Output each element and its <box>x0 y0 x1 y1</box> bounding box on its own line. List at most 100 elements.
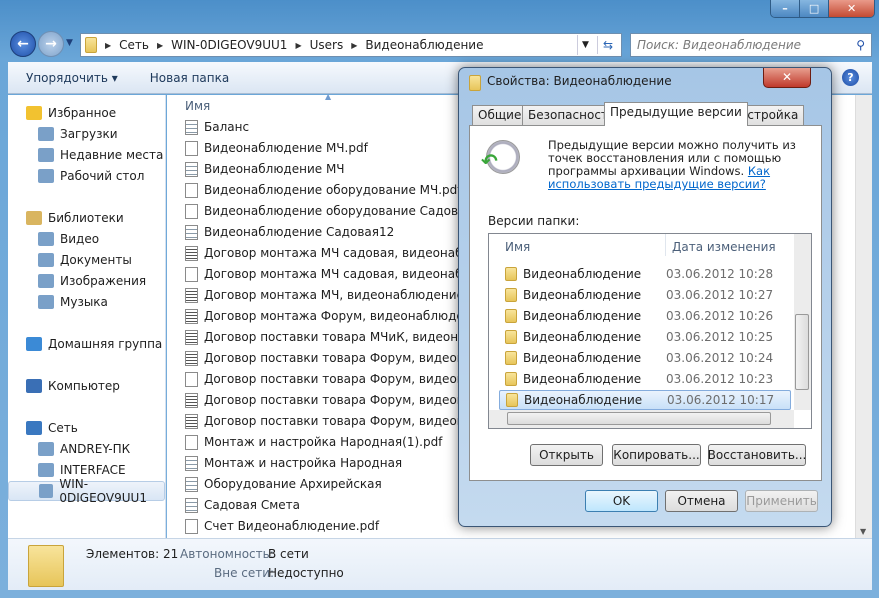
sidebar-item[interactable]: Рабочий стол <box>8 166 165 186</box>
file-name: Монтаж и настройка Народная <box>204 456 403 470</box>
file-row[interactable]: Договор поставки товара Форум, видеонабл <box>185 348 487 368</box>
minimize-button[interactable]: – <box>771 0 800 17</box>
recent-pages-dropdown[interactable]: ▼ <box>66 38 73 48</box>
document-file-icon <box>185 350 198 366</box>
file-name: Договор поставки товара Форум, видеонабл <box>204 372 488 386</box>
help-icon[interactable]: ? <box>842 69 859 86</box>
spreadsheet-file-icon <box>185 161 198 177</box>
version-row[interactable]: Видеонаблюдение 03.06.2012 10:26 <box>499 306 791 326</box>
spreadsheet-file-icon <box>185 497 198 513</box>
copy-button[interactable]: Копировать... <box>612 444 701 466</box>
restore-button[interactable]: Восстановить... <box>708 444 806 466</box>
file-row[interactable]: Монтаж и настройка Народная <box>185 453 402 473</box>
document-file-icon <box>185 308 198 324</box>
refresh-icon[interactable]: ⇆ <box>597 36 618 54</box>
forward-button[interactable]: → <box>38 31 64 57</box>
scrollbar-thumb[interactable] <box>795 314 809 390</box>
pdf-file-icon <box>185 518 198 534</box>
file-name: Договор поставки товара Форум, видеонабл <box>204 414 488 428</box>
dialog-close-button[interactable]: ✕ <box>763 68 811 88</box>
tab-general[interactable]: Общие <box>472 105 528 125</box>
maximize-button[interactable]: □ <box>799 0 829 17</box>
version-row[interactable]: Видеонаблюдение 03.06.2012 10:28 <box>499 264 791 284</box>
sidebar-item[interactable]: Недавние места <box>8 145 165 165</box>
cancel-button[interactable]: Отмена <box>665 490 738 512</box>
address-bar[interactable]: ▶ Сеть ▶ WIN-0DIGEOV9UU1 ▶ Users ▶ Видеонабл… <box>80 33 622 57</box>
file-list-scrollbar[interactable]: ▼ <box>855 95 872 538</box>
sidebar-item-label: WIN-0DIGEOV9UU1 <box>59 477 147 505</box>
navigation-pane: Избранное Загрузки Недавние места Рабочий с… <box>8 95 166 538</box>
file-row[interactable]: Видеонаблюдение МЧ.pdf <box>185 138 368 158</box>
open-button[interactable]: Открыть <box>530 444 603 466</box>
sidebar-item[interactable]: Сеть <box>8 418 165 438</box>
sidebar-item[interactable]: ANDREY-ПК <box>8 439 165 459</box>
search-icon[interactable]: ⚲ <box>856 38 865 52</box>
file-name: Договор поставки товара МЧиК, видеонаблю <box>204 330 491 344</box>
file-row[interactable]: Монтаж и настройка Народная(1).pdf <box>185 432 442 452</box>
scrollbar-thumb[interactable] <box>507 412 771 425</box>
sidebar-item[interactable]: Компьютер <box>8 376 165 396</box>
sidebar-item[interactable]: Документы <box>8 250 165 270</box>
version-row[interactable]: Видеонаблюдение 03.06.2012 10:17 <box>499 390 791 410</box>
new-folder-button[interactable]: Новая папка <box>134 71 245 85</box>
version-date: 03.06.2012 10:25 <box>666 330 774 344</box>
file-row[interactable]: Договор монтажа МЧ садовая, видеонаблюде <box>185 264 496 284</box>
offline-status-label: Автономность: <box>180 547 274 561</box>
file-row[interactable]: Договор монтажа МЧ садовая, видеонаблюде <box>185 243 496 263</box>
file-row[interactable]: Оборудование Архирейская <box>185 474 382 494</box>
tab-previous-versions[interactable]: Предыдущие версии <box>604 102 748 126</box>
file-row[interactable]: Видеонаблюдение оборудование Садовая+Ко <box>185 201 499 221</box>
file-name: Видеонаблюдение МЧ <box>204 162 345 176</box>
sidebar-item[interactable]: Изображения <box>8 271 165 291</box>
pdf-file-icon <box>185 140 198 156</box>
version-row[interactable]: Видеонаблюдение 03.06.2012 10:24 <box>499 348 791 368</box>
sidebar-item[interactable]: Библиотеки <box>8 208 165 228</box>
version-row[interactable]: Видеонаблюдение 03.06.2012 10:25 <box>499 327 791 347</box>
breadcrumb-item[interactable]: WIN-0DIGEOV9UU1 <box>171 38 287 52</box>
column-header-name[interactable]: Имя <box>505 240 530 254</box>
restore-clock-icon: ↶ <box>481 140 520 174</box>
file-row[interactable]: Договор монтажа Форум, видеонаблюдение <box>185 306 487 326</box>
organize-button[interactable]: Упорядочить ▾ <box>8 71 134 85</box>
sidebar-item[interactable]: Домашняя группа <box>8 334 165 354</box>
sort-arrow-icon: ▲ <box>325 92 332 101</box>
file-row[interactable]: Договор поставки товара Форум, видеонабл <box>185 369 487 389</box>
version-row[interactable]: Видеонаблюдение 03.06.2012 10:27 <box>499 285 791 305</box>
scroll-down-icon[interactable]: ▼ <box>860 527 866 536</box>
breadcrumb-item[interactable]: Видеонаблюдение <box>365 38 483 52</box>
item-count: Элементов: 21 <box>86 547 179 561</box>
file-row[interactable]: Садовая Смета <box>185 495 300 515</box>
file-row[interactable]: Договор поставки товара Форум, видеонабл <box>185 390 487 410</box>
sidebar-item[interactable]: Видео <box>8 229 165 249</box>
ok-button[interactable]: OK <box>585 490 658 512</box>
close-button[interactable]: ✕ <box>828 0 874 17</box>
back-button[interactable]: ← <box>10 31 36 57</box>
file-row[interactable]: Видеонаблюдение МЧ <box>185 159 345 179</box>
chevron-right-icon: ▶ <box>105 40 112 50</box>
file-row[interactable]: Договор поставки товара МЧиК, видеонаблю <box>185 327 491 347</box>
sidebar-item[interactable]: Избранное <box>8 103 165 123</box>
apply-button[interactable]: Применить <box>745 490 818 512</box>
file-row[interactable]: Баланс <box>185 117 249 137</box>
file-name: Договор монтажа МЧ садовая, видеонаблюде <box>204 267 496 281</box>
sidebar-item[interactable]: Музыка <box>8 292 165 312</box>
breadcrumb-item[interactable]: Сеть <box>119 38 149 52</box>
sidebar-item[interactable]: Загрузки <box>8 124 165 144</box>
address-dropdown-icon[interactable]: ▼ <box>577 35 593 55</box>
file-row[interactable]: Счет Видеонаблюдение.pdf <box>185 516 379 536</box>
column-header-name[interactable]: Имя <box>185 99 210 113</box>
section-icon <box>26 337 42 351</box>
search-input[interactable]: Поиск: Видеонаблюдение ⚲ <box>630 33 872 57</box>
column-header-date[interactable]: Дата изменения <box>672 240 776 254</box>
versions-horizontal-scrollbar[interactable] <box>489 410 794 428</box>
file-row[interactable]: Договор монтажа МЧ, видеонаблюдение <box>185 285 464 305</box>
versions-vertical-scrollbar[interactable] <box>794 234 811 410</box>
file-row[interactable]: Видеонаблюдение Садовая12 <box>185 222 394 242</box>
file-row[interactable]: Видеонаблюдение оборудование МЧ.pdf <box>185 180 462 200</box>
sidebar-item[interactable]: WIN-0DIGEOV9UU1 <box>8 477 165 505</box>
file-row[interactable]: Договор поставки товара Форум, видеонабл <box>185 411 487 431</box>
offline-status-value: В сети <box>268 547 309 561</box>
version-row[interactable]: Видеонаблюдение 03.06.2012 10:23 <box>499 369 791 389</box>
file-name: Договор монтажа МЧ, видеонаблюдение <box>204 288 464 302</box>
breadcrumb-item[interactable]: Users <box>310 38 344 52</box>
